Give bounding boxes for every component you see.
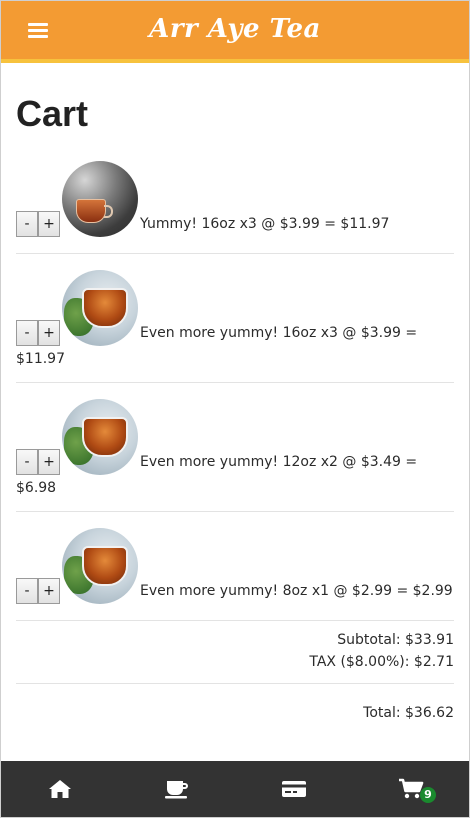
- increase-quantity-button[interactable]: +: [38, 578, 60, 604]
- nav-menu[interactable]: [118, 761, 235, 817]
- total-text: Total: $36.62: [363, 705, 454, 721]
- tax-text: TAX ($8.00%): $2.71: [309, 654, 454, 670]
- cart-item-price: $11.97: [16, 351, 65, 367]
- cart-summary: Subtotal: $33.91 TAX ($8.00%): $2.71: [16, 621, 454, 684]
- decrease-quantity-button[interactable]: -: [16, 211, 38, 237]
- amber-tea-cup-image: [62, 270, 138, 346]
- page-title: Cart: [16, 93, 89, 134]
- cart-item-description: Yummy! 16oz x3 @ $3.99 = $11.97: [140, 216, 390, 232]
- cart-item-description: Even more yummy! 12oz x2 @ $3.49 =: [140, 454, 418, 470]
- cart-item: - + Yummy! 16oz x3 @ $3.99 = $11.97: [16, 143, 454, 254]
- cart-count-badge: 9: [420, 787, 436, 803]
- nav-cart[interactable]: 9: [352, 761, 469, 817]
- increase-quantity-button[interactable]: +: [38, 320, 60, 346]
- decrease-quantity-button[interactable]: -: [16, 320, 38, 346]
- decrease-quantity-button[interactable]: -: [16, 449, 38, 475]
- amber-tea-cup-image: [62, 528, 138, 604]
- bottom-navigation: 9: [1, 761, 469, 817]
- tea-cup-icon: [164, 781, 188, 799]
- increase-quantity-button[interactable]: +: [38, 211, 60, 237]
- credit-card-icon: [281, 781, 306, 797]
- cart-item: - + Even more yummy! 12oz x2 @ $3.49 = $…: [16, 383, 454, 512]
- nav-home[interactable]: [1, 761, 118, 817]
- app-frame: Arr Aye Tea Cart - + Yummy! 16oz x3 @ $3…: [0, 0, 470, 818]
- cart-item-description: Even more yummy! 8oz x1 @ $2.99 = $2.99: [140, 583, 453, 599]
- increase-quantity-button[interactable]: +: [38, 449, 60, 475]
- cart-item: - + Even more yummy! 16oz x3 @ $3.99 = $…: [16, 254, 454, 383]
- home-icon: [48, 780, 71, 798]
- cart-item-description: Even more yummy! 16oz x3 @ $3.99 =: [140, 325, 418, 341]
- brand-title: Arr Aye Tea: [149, 14, 321, 44]
- cart-item-price: $6.98: [16, 480, 57, 496]
- subtotal-text: Subtotal: $33.91: [337, 632, 454, 648]
- decrease-quantity-button[interactable]: -: [16, 578, 38, 604]
- nav-payment[interactable]: [235, 761, 352, 817]
- app-header: Arr Aye Tea: [1, 1, 469, 63]
- black-tea-cup-image: [62, 161, 138, 237]
- cart-page: Cart - + Yummy! 16oz x3 @ $3.99 = $11.97…: [16, 63, 454, 761]
- cart-item: - + Even more yummy! 8oz x1 @ $2.99 = $2…: [16, 512, 454, 621]
- amber-tea-cup-image: [62, 399, 138, 475]
